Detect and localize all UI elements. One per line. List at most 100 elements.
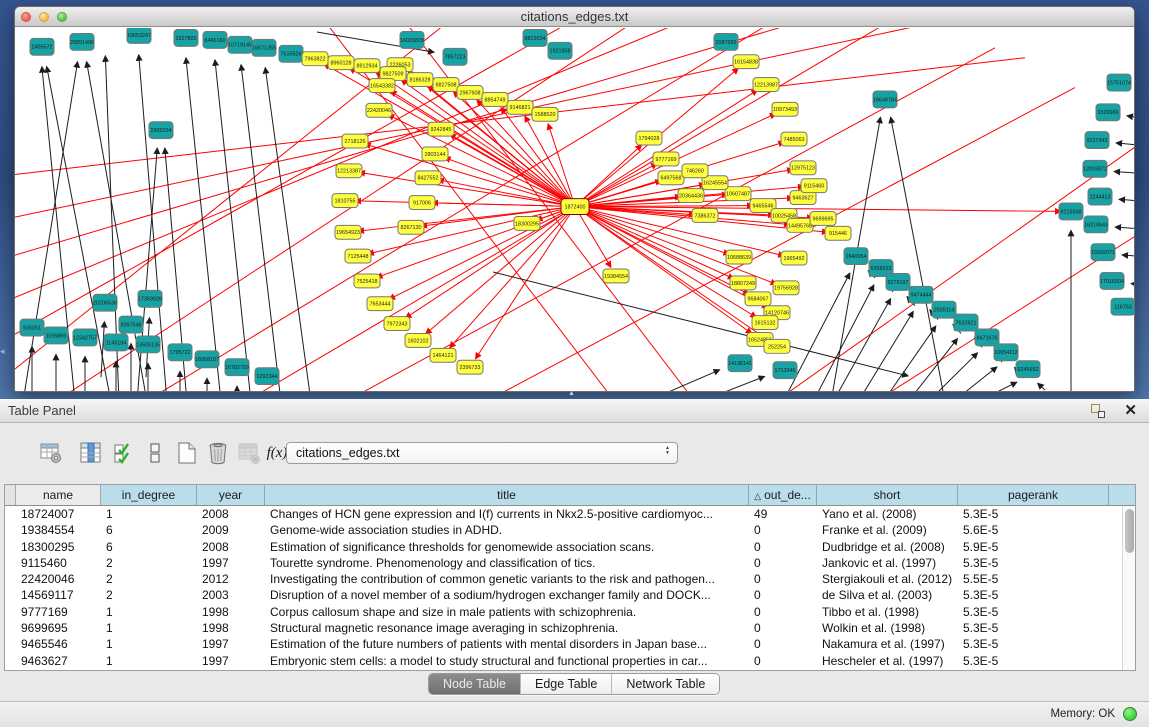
- column-header-short[interactable]: short: [817, 485, 958, 505]
- graph-node-label: 9699695: [813, 216, 834, 222]
- memory-ok-indicator[interactable]: [1123, 707, 1137, 721]
- panel-splitter-handle-icon[interactable]: ▲: [568, 390, 575, 397]
- show-columns-button[interactable]: [76, 437, 106, 469]
- graph-node-label: 9227343: [1087, 138, 1108, 144]
- column-header-in_degree[interactable]: in_degree: [101, 485, 197, 505]
- close-panel-icon[interactable]: ✕: [1124, 401, 1137, 419]
- table-row[interactable]: 946362711997Embryonic stem cells: a mode…: [5, 653, 1122, 669]
- graph-node-label: 13505135: [136, 342, 160, 348]
- table-row[interactable]: 1872400712008Changes of HCN gene express…: [5, 506, 1122, 522]
- green-checks-icon: [112, 441, 136, 465]
- graph-node-label: 8854749: [485, 97, 506, 103]
- table-row[interactable]: 1456911722003Disruption of a novel membe…: [5, 587, 1122, 603]
- graph-node-label: 22420046: [367, 108, 391, 114]
- table-cell: 1: [101, 636, 197, 652]
- table-cell: Nakamura et al. (1997): [817, 636, 958, 652]
- table-cell: 5.3E-5: [958, 620, 1109, 636]
- black-citation-edge: [657, 370, 720, 391]
- table-cell: 9777169: [16, 604, 101, 620]
- table-row[interactable]: 1938455462009Genome-wide association stu…: [5, 522, 1122, 538]
- table-chooser-dropdown[interactable]: citations_edges.txt ▲▼: [286, 442, 678, 464]
- black-citation-edge: [891, 117, 945, 391]
- graph-node-label: 12093872: [1083, 167, 1107, 173]
- network-canvas[interactable]: 2405572208914061065324715278028466160107…: [15, 28, 1134, 391]
- graph-node-label: 1872400: [565, 204, 586, 210]
- graph-node-label: 18807249: [731, 281, 755, 287]
- graph-node-label: 16033809: [400, 38, 424, 44]
- column-header-title[interactable]: title: [265, 485, 749, 505]
- table-cell: 6: [101, 522, 197, 538]
- tab-network-table[interactable]: Network Table: [612, 674, 719, 694]
- graph-node-label: 15592971: [1091, 250, 1115, 256]
- table-cell: 5.3E-5: [958, 604, 1109, 620]
- graph-node-label: 2803144: [425, 152, 446, 158]
- graph-node-label: 16245554: [703, 181, 727, 187]
- table-row[interactable]: 2242004622012Investigating the contribut…: [5, 571, 1122, 587]
- table-cell: Structural magnetic resonance image aver…: [265, 620, 749, 636]
- delete-column-button[interactable]: [203, 437, 233, 469]
- table-row[interactable]: 911546021997Tourette syndrome. Phenomeno…: [5, 555, 1122, 571]
- table-cell: de Silva et al. (2003): [817, 587, 958, 603]
- graph-node-label: 16154838: [734, 60, 758, 66]
- black-citation-edge: [1131, 284, 1134, 286]
- graph-node-label: 2905334: [151, 128, 172, 134]
- column-header-name[interactable]: name: [16, 485, 101, 505]
- minimize-window-button[interactable]: [39, 12, 49, 22]
- network-view-window: citations_edges.txt 24055722089140610653…: [14, 6, 1135, 392]
- table-cell: 0: [749, 653, 817, 669]
- table-column-icon: [79, 441, 103, 465]
- table-cell: 2003: [197, 587, 265, 603]
- table-mode-button[interactable]: [36, 437, 66, 469]
- black-citation-edge: [707, 376, 765, 391]
- table-cell: 2008: [197, 539, 265, 555]
- table-type-tabs: Node TableEdge TableNetwork Table: [428, 673, 720, 695]
- table-cell: Wolkin et al. (1998): [817, 620, 958, 636]
- select-all-rows-button[interactable]: [109, 437, 139, 469]
- table-row[interactable]: 946554611997Estimation of the future num…: [5, 636, 1122, 652]
- graph-node-label: 16210643: [1084, 222, 1108, 228]
- row-gutter-cell: [5, 604, 16, 620]
- table-cell: 9463627: [16, 653, 101, 669]
- float-panel-icon[interactable]: [1091, 404, 1105, 418]
- table-cell: 18724007: [16, 506, 101, 522]
- graph-node-label: 16782759: [225, 365, 249, 371]
- table-cell: Changes of HCN gene expression and I(f) …: [265, 506, 749, 522]
- black-citation-edge: [265, 68, 311, 391]
- graph-node-label: 8912934: [357, 64, 378, 70]
- table-cell: 1998: [197, 620, 265, 636]
- trash-icon: [206, 441, 230, 465]
- table-cell: Tourette syndrome. Phenomenology and cla…: [265, 555, 749, 571]
- graph-node-label: 1810755: [335, 198, 356, 204]
- table-row[interactable]: 969969511998Structural magnetic resonanc…: [5, 620, 1122, 636]
- graph-node-label: 1640954: [846, 254, 867, 260]
- table-panel-title: Table Panel: [8, 403, 76, 418]
- column-header-pagerank[interactable]: pagerank: [958, 485, 1109, 505]
- tab-edge-table[interactable]: Edge Table: [521, 674, 612, 694]
- table-cell: 0: [749, 571, 817, 587]
- maximize-window-button[interactable]: [57, 12, 67, 22]
- column-header-out_de[interactable]: △out_de...: [749, 485, 817, 505]
- table-row[interactable]: 977716911998Corpus callosum shape and si…: [5, 604, 1122, 620]
- graph-node-label: 16648784: [873, 97, 897, 103]
- deselect-rows-button[interactable]: [140, 437, 170, 469]
- close-window-button[interactable]: [21, 12, 31, 22]
- column-header-year[interactable]: year: [197, 485, 265, 505]
- graph-node-label: 2087682: [716, 40, 737, 46]
- vertical-scrollbar[interactable]: [1122, 506, 1135, 670]
- black-citation-edge: [928, 353, 978, 391]
- graph-node-label: 1965492: [784, 256, 805, 262]
- graph-node-label: 12213387: [337, 169, 361, 175]
- left-splitter-arrow-icon[interactable]: ◂: [0, 346, 5, 357]
- table-row[interactable]: 1830029562008Estimation of significance …: [5, 539, 1122, 555]
- red-citation-edge: [575, 207, 1061, 212]
- graph-node-label: 7972343: [387, 321, 408, 327]
- window-titlebar[interactable]: citations_edges.txt: [15, 7, 1134, 27]
- scrollbar-thumb[interactable]: [1125, 509, 1134, 553]
- graph-node-label: 7525418: [357, 279, 378, 285]
- create-column-button[interactable]: [172, 437, 202, 469]
- graph-node-label: 8960128: [331, 61, 352, 67]
- table-cell: 0: [749, 522, 817, 538]
- tab-node-table[interactable]: Node Table: [429, 674, 521, 694]
- graph-node-label: 8215938: [1061, 209, 1082, 215]
- citation-network-graph[interactable]: 2405572208914061065324715278028466160107…: [15, 28, 1134, 391]
